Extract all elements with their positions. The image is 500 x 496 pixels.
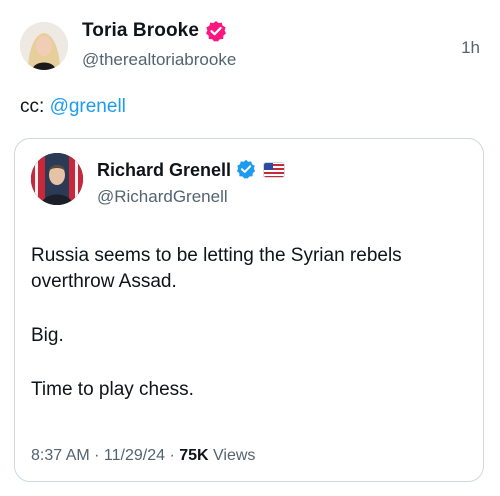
author-avatar[interactable] — [20, 22, 68, 70]
quoted-paragraph: Big. — [31, 325, 64, 346]
quoted-post-body: Russia seems to be letting the Syrian re… — [31, 243, 471, 403]
quoted-post-meta: 8:37 AM · 11/29/24 · 75K Views — [31, 447, 255, 465]
verified-badge-icon — [236, 159, 258, 181]
quoted-author-name-row: Richard Grenell — [97, 159, 286, 181]
quoted-author-handle[interactable]: @RichardGrenell — [97, 187, 228, 207]
quoted-author-name[interactable]: Richard Grenell — [97, 160, 231, 181]
quoted-post-card[interactable]: Richard Grenell @RichardGrenell Russia s… — [14, 138, 484, 482]
quoted-author-avatar[interactable] — [31, 153, 83, 205]
author-handle[interactable]: @therealtoriabrooke — [82, 50, 236, 70]
quoted-timestamp[interactable]: 8:37 AM · 11/29/24 · — [31, 447, 179, 464]
post-text-prefix: cc: — [20, 96, 50, 117]
author-name-row: Toria Brooke — [82, 20, 227, 42]
post-header: Toria Brooke @therealtoriabrooke 1h — [20, 18, 480, 74]
views-count: 75K — [179, 447, 209, 464]
author-name[interactable]: Toria Brooke — [82, 20, 199, 42]
post-text: cc: @grenell — [20, 96, 126, 118]
views-label: Views — [208, 447, 256, 464]
flag-affiliation-icon[interactable] — [263, 162, 286, 178]
mention-link[interactable]: @grenell — [50, 96, 126, 117]
post-time[interactable]: 1h — [461, 38, 480, 58]
verified-badge-icon — [205, 20, 227, 42]
quoted-paragraph: Time to play chess. — [31, 379, 194, 400]
quoted-paragraph: Russia seems to be letting the Syrian re… — [31, 245, 402, 292]
